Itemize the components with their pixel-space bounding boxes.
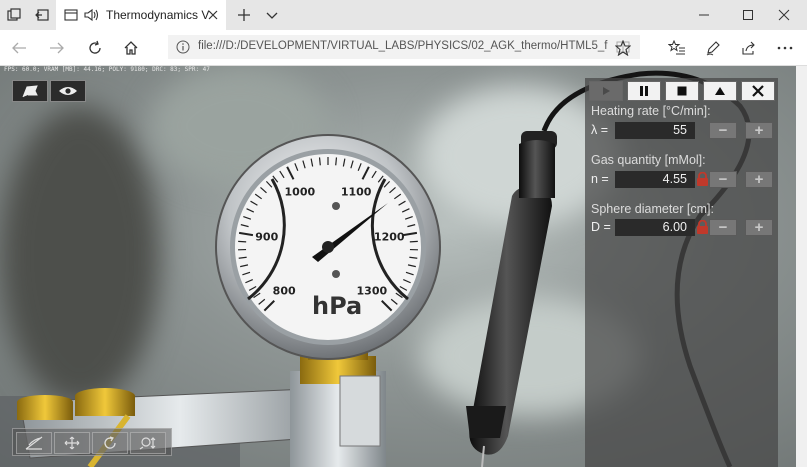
- tab-title: Thermodynamics V: [106, 8, 210, 22]
- pause-button[interactable]: [627, 81, 661, 101]
- address-toolbar: file:///D:/DEVELOPMENT/VIRTUAL_LABS/PHYS…: [0, 30, 807, 66]
- gauge-scale-label: 1100: [340, 185, 372, 199]
- eject-button[interactable]: [703, 81, 737, 101]
- lock-icon: [697, 172, 708, 186]
- heating-rate-decrease[interactable]: −: [709, 122, 737, 139]
- gauge-scale-label: 800: [272, 284, 296, 298]
- gauge-scale-label: 1000: [284, 185, 316, 199]
- gauge-tick: [335, 157, 338, 166]
- sphere-diameter-symbol: D =: [591, 220, 611, 234]
- control-panel: Heating rate [°C/min]: λ = 55 − + Gas qu…: [585, 78, 778, 467]
- more-options-icon[interactable]: [770, 34, 800, 62]
- gas-quantity-increase[interactable]: +: [745, 171, 773, 188]
- sphere-diameter-increase[interactable]: +: [745, 219, 773, 236]
- gas-quantity-label: Gas quantity [mMol]:: [591, 153, 706, 167]
- gas-quantity-decrease[interactable]: −: [709, 171, 737, 188]
- vertical-scrollbar[interactable]: [796, 66, 807, 467]
- heating-rate-symbol: λ =: [591, 123, 609, 137]
- set-tabs-aside-icon[interactable]: [28, 0, 56, 30]
- gauge-tick: [238, 240, 247, 243]
- info-icon[interactable]: [176, 40, 190, 54]
- move-icon: [64, 436, 80, 450]
- tab-preview-chevron-icon[interactable]: [258, 0, 286, 30]
- close-panel-button[interactable]: [741, 81, 775, 101]
- sphere-diameter-value: 6.00: [615, 219, 695, 236]
- back-icon[interactable]: [4, 34, 34, 62]
- close-tab-icon[interactable]: [206, 8, 220, 22]
- favorites-hub-icon[interactable]: [662, 34, 692, 62]
- play-button[interactable]: [589, 81, 623, 101]
- tab-bar: Thermodynamics V: [0, 0, 807, 30]
- play-icon: [603, 87, 610, 95]
- stop-button[interactable]: [665, 81, 699, 101]
- rotate-icon: [104, 436, 116, 449]
- heating-rate-increase[interactable]: +: [745, 122, 773, 139]
- share-icon[interactable]: [734, 34, 764, 62]
- graph-button[interactable]: [16, 432, 52, 454]
- lock-icon: [697, 220, 708, 234]
- move-button[interactable]: [54, 432, 90, 454]
- gauge-scale-label: 900: [255, 230, 279, 244]
- close-icon: [752, 85, 764, 97]
- tab-manager-icon[interactable]: [0, 0, 28, 30]
- refresh-icon[interactable]: [80, 34, 110, 62]
- speaker-icon[interactable]: [84, 8, 100, 22]
- minimize-icon[interactable]: [681, 0, 727, 30]
- gas-quantity-symbol: n =: [591, 172, 609, 186]
- pen-notes-icon[interactable]: [698, 34, 728, 62]
- simulation-canvas[interactable]: FPS: 60.0; VRAM [MB]: 44.16; POLY: 9180;…: [0, 66, 807, 467]
- url-text: file:///D:/DEVELOPMENT/VIRTUAL_LABS/PHYS…: [198, 40, 608, 52]
- heating-rate-value: 55: [615, 122, 695, 139]
- address-bar[interactable]: file:///D:/DEVELOPMENT/VIRTUAL_LABS/PHYS…: [168, 35, 640, 59]
- tool-group: [12, 428, 172, 456]
- sphere-diameter-label: Sphere diameter [cm]:: [591, 202, 714, 216]
- zoom-button[interactable]: [130, 432, 166, 454]
- zoom-icon: [139, 437, 156, 450]
- favorite-star-icon[interactable]: [608, 34, 638, 62]
- home-icon[interactable]: [116, 34, 146, 62]
- graph-icon: [25, 436, 43, 450]
- rotate-button[interactable]: [92, 432, 128, 454]
- browser-tab[interactable]: Thermodynamics V: [56, 0, 226, 30]
- gas-quantity-value: 4.55: [615, 171, 695, 188]
- sphere-diameter-decrease[interactable]: −: [709, 219, 737, 236]
- gauge-unit-label: hPa: [312, 292, 363, 320]
- stop-icon: [677, 86, 687, 96]
- pause-icon: [640, 86, 648, 96]
- close-window-icon[interactable]: [761, 0, 807, 30]
- forward-icon[interactable]: [42, 34, 72, 62]
- gauge-tick: [318, 157, 321, 166]
- gauge-tick: [409, 240, 418, 243]
- new-tab-icon[interactable]: [230, 0, 258, 30]
- eject-icon: [715, 87, 725, 95]
- gauge-scale-label: 1200: [373, 230, 405, 244]
- heating-rate-label: Heating rate [°C/min]:: [591, 104, 711, 118]
- page-icon: [64, 9, 78, 21]
